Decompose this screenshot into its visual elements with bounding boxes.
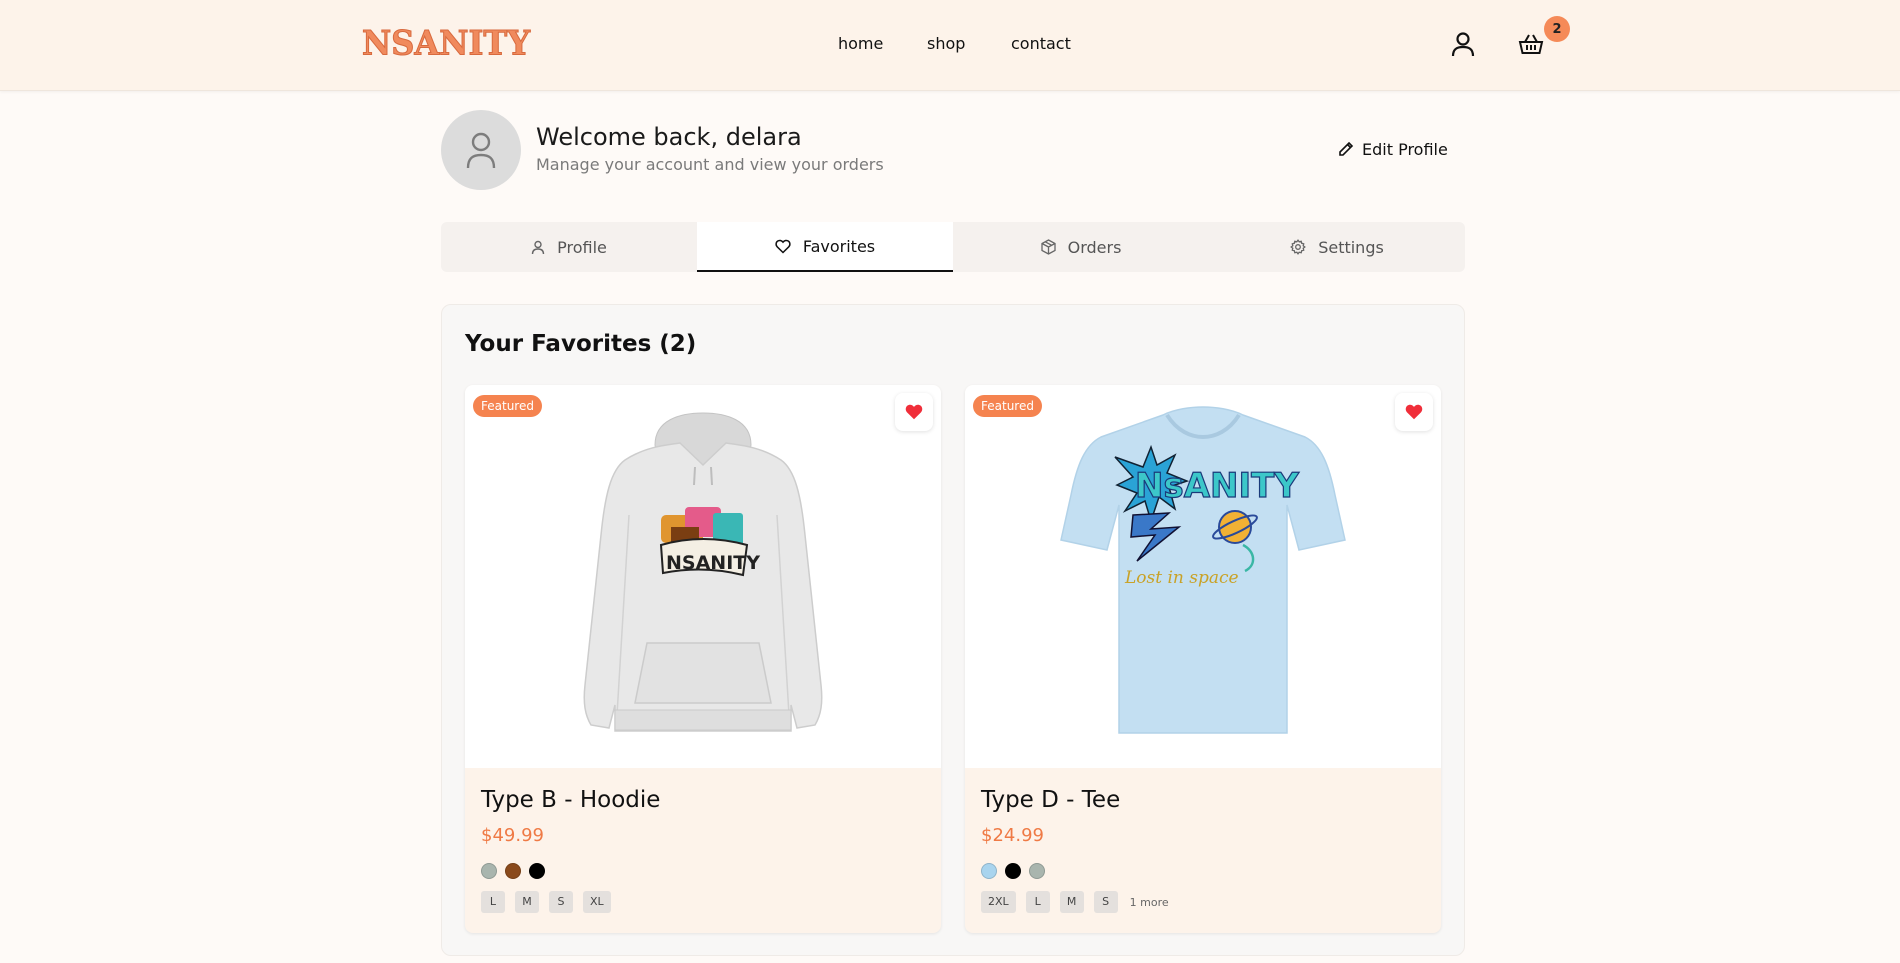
cart-count-badge: 2	[1544, 16, 1570, 42]
color-swatch	[1029, 863, 1045, 879]
heart-filled-icon	[905, 404, 923, 420]
size-chip: M	[515, 891, 539, 913]
favorites-title: Your Favorites (2)	[465, 331, 697, 357]
account-subtitle: Manage your account and view your orders	[536, 155, 884, 174]
tab-favorites[interactable]: Favorites	[697, 222, 953, 272]
edit-profile-button[interactable]: Edit Profile	[1338, 137, 1448, 161]
svg-text:Lost in space: Lost in space	[1124, 568, 1239, 588]
color-swatch	[529, 863, 545, 879]
cart-button[interactable]	[1518, 30, 1544, 58]
avatar	[441, 110, 521, 190]
nav-contact-link[interactable]: contact	[1011, 33, 1071, 55]
nav-home-link[interactable]: home	[838, 33, 883, 55]
size-list: 2XL L M S 1 more	[981, 891, 1169, 913]
package-icon	[1040, 239, 1056, 255]
main-nav: home shop contact	[0, 33, 1900, 55]
product-card[interactable]: NSANITY Featured Type B - Hoodie $49.99 …	[465, 385, 941, 933]
tee-image: NsANITY Lost in space	[1060, 406, 1346, 734]
tab-orders[interactable]: Orders	[953, 222, 1209, 272]
tab-orders-label: Orders	[1067, 237, 1122, 257]
featured-badge: Featured	[473, 395, 542, 417]
account-tabs: Profile Favorites Orders Settings	[441, 222, 1465, 272]
nav-shop-link[interactable]: shop	[927, 33, 965, 55]
color-swatch	[505, 863, 521, 879]
heart-filled-icon	[1405, 404, 1423, 420]
product-price: $24.99	[981, 825, 1044, 846]
tab-profile[interactable]: Profile	[441, 222, 697, 272]
site-header: NSANITY home shop contact 2	[0, 0, 1900, 91]
pencil-icon	[1339, 141, 1354, 156]
size-chip: XL	[583, 891, 611, 913]
product-image[interactable]: NSANITY Featured	[465, 385, 941, 768]
size-list: L M S XL	[481, 891, 611, 913]
size-chip: S	[549, 891, 573, 913]
tab-settings[interactable]: Settings	[1209, 222, 1465, 272]
user-icon	[531, 240, 545, 254]
size-chip: M	[1059, 891, 1084, 913]
product-price: $49.99	[481, 825, 544, 846]
welcome-heading: Welcome back, delara	[536, 123, 802, 151]
size-chip: 2XL	[981, 891, 1016, 913]
edit-profile-label: Edit Profile	[1362, 139, 1448, 159]
color-swatch	[1005, 863, 1021, 879]
product-name[interactable]: Type B - Hoodie	[481, 785, 660, 815]
basket-icon	[1518, 34, 1544, 54]
user-icon	[466, 132, 496, 169]
svg-text:NsANITY: NsANITY	[1135, 466, 1299, 506]
size-chip: S	[1093, 891, 1118, 913]
favorites-panel: Your Favorites (2) NSANITY Featured Type…	[441, 304, 1465, 956]
favorite-toggle-button[interactable]	[895, 393, 933, 431]
favorite-toggle-button[interactable]	[1395, 393, 1433, 431]
more-sizes-link[interactable]: 1 more	[1130, 896, 1169, 909]
tab-profile-label: Profile	[557, 237, 607, 257]
svg-text:NSANITY: NSANITY	[666, 552, 760, 574]
tab-favorites-label: Favorites	[802, 236, 876, 256]
featured-badge: Featured	[973, 395, 1042, 417]
color-swatches	[481, 863, 545, 879]
hoodie-image: NSANITY	[583, 412, 823, 732]
account-button[interactable]	[1450, 30, 1476, 58]
tab-settings-label: Settings	[1318, 237, 1384, 257]
heart-icon	[775, 239, 791, 254]
color-swatches	[981, 863, 1045, 879]
user-icon	[1451, 32, 1475, 57]
product-name[interactable]: Type D - Tee	[981, 785, 1120, 815]
size-chip: L	[481, 891, 505, 913]
color-swatch	[481, 863, 497, 879]
size-chip: L	[1025, 891, 1050, 913]
product-image[interactable]: NsANITY Lost in space Featured	[965, 385, 1441, 768]
gear-icon	[1290, 239, 1307, 255]
color-swatch	[981, 863, 997, 879]
product-card[interactable]: NsANITY Lost in space Featured Type D - …	[965, 385, 1441, 933]
